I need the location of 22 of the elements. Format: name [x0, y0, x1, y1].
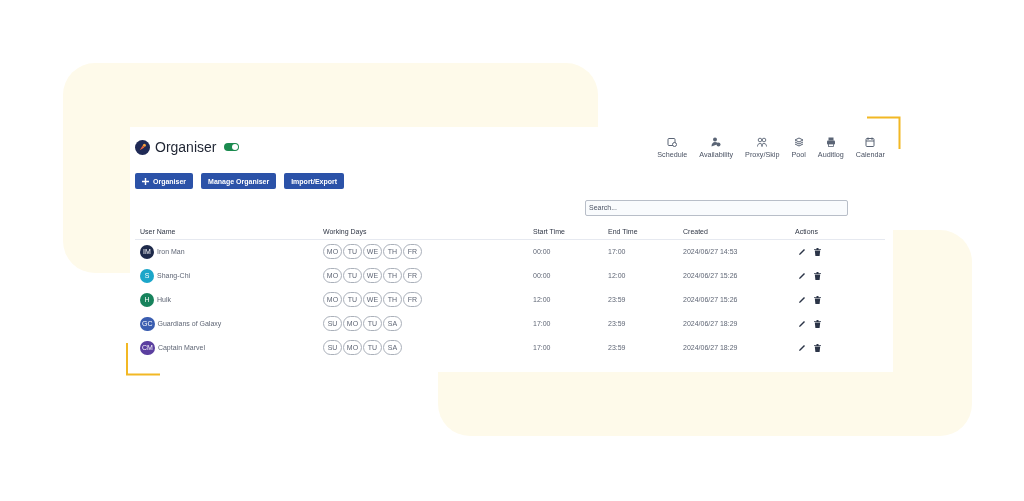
delete-icon[interactable] — [814, 247, 821, 256]
corner-line — [126, 343, 160, 376]
delete-icon[interactable] — [814, 271, 821, 280]
edit-icon[interactable] — [798, 271, 806, 280]
delete-icon[interactable] — [814, 319, 821, 328]
toggle-switch[interactable] — [224, 143, 240, 151]
edit-icon[interactable] — [798, 247, 806, 256]
edit-icon[interactable] — [798, 319, 806, 328]
edit-icon[interactable] — [798, 343, 806, 352]
calendar-icon — [865, 137, 876, 147]
calendar-clock-icon — [667, 137, 678, 147]
printer-icon — [825, 137, 836, 147]
corner-line — [867, 116, 901, 149]
layers-icon — [793, 137, 804, 147]
delete-icon[interactable] — [814, 295, 821, 304]
logo-icon — [135, 139, 150, 155]
delete-icon[interactable] — [814, 343, 821, 352]
user-check-icon — [711, 137, 722, 147]
app-title: Organiser — [155, 139, 217, 155]
users-icon — [757, 137, 768, 147]
edit-icon[interactable] — [798, 295, 806, 304]
plus-icon — [142, 177, 149, 185]
